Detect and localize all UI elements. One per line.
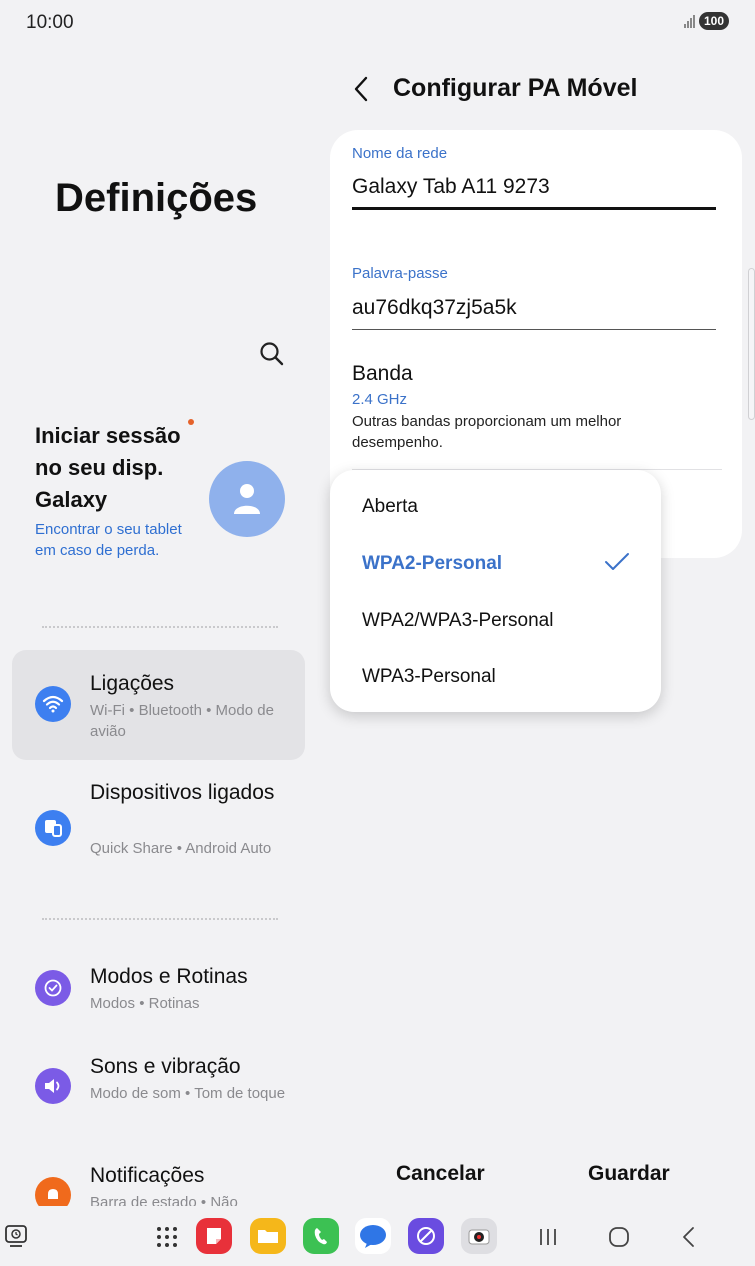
- notes-app-icon[interactable]: [196, 1218, 232, 1254]
- camera-app-icon[interactable]: [461, 1218, 497, 1254]
- volume-icon: [35, 1068, 71, 1104]
- modes-routines-icon: [35, 970, 71, 1006]
- battery-badge: 100: [698, 12, 729, 30]
- menu-item-title: Dispositivos ligados: [90, 781, 275, 804]
- files-app-icon[interactable]: [250, 1218, 286, 1254]
- browser-app-icon[interactable]: [408, 1218, 444, 1254]
- band-description: Outras bandas proporcionam um melhor des…: [352, 413, 622, 451]
- input-underline-active: [352, 207, 716, 210]
- home-button[interactable]: [607, 1225, 631, 1249]
- settings-title: Definições: [55, 176, 258, 220]
- panel-resize-handle[interactable]: [748, 268, 755, 420]
- band-value: 2.4 GHz: [352, 391, 408, 408]
- back-button[interactable]: [349, 74, 373, 104]
- security-dropdown: Aberta WPA2-Personal WPA2/WPA3-Personal …: [330, 470, 661, 712]
- phone-app-icon[interactable]: [303, 1218, 339, 1254]
- password-label: Palavra-passe: [352, 265, 448, 282]
- menu-item-title: Ligações: [90, 672, 175, 695]
- network-name-label: Nome da rede: [352, 145, 448, 162]
- signal-icon: [683, 14, 695, 28]
- menu-item-notificacoes[interactable]: Notificações Barra de estado • Não: [12, 1155, 305, 1206]
- person-icon: [234, 484, 260, 514]
- menu-item-ligacoes[interactable]: Ligações Wi-Fi • Bluetooth • Modo de avi…: [12, 650, 305, 760]
- network-name-input[interactable]: Galaxy Tab A11 9273: [352, 175, 550, 199]
- password-input[interactable]: au76dkq37zj5a5k: [352, 296, 517, 320]
- security-option-wpa2-personal[interactable]: WPA2-Personal: [362, 553, 502, 575]
- page-title: Configurar PA Móvel: [393, 74, 638, 102]
- menu-item-sons-vibracao[interactable]: Sons e vibração Modo de som • Tom de toq…: [12, 1045, 305, 1130]
- recents-button[interactable]: [538, 1226, 558, 1248]
- menu-item-title: Notificações: [90, 1164, 205, 1187]
- input-underline: [352, 329, 716, 330]
- menu-item-subtitle: Modo de som • Tom de toque: [90, 1085, 286, 1102]
- status-time: 10:00: [26, 12, 74, 33]
- save-button[interactable]: Guardar: [588, 1162, 670, 1186]
- menu-item-subtitle: Quick Share • Android Auto: [90, 840, 272, 857]
- search-icon[interactable]: [258, 340, 286, 368]
- band-title: Banda: [352, 362, 413, 385]
- back-nav-button[interactable]: [679, 1225, 699, 1249]
- menu-item-title: Sons e vibração: [90, 1055, 241, 1078]
- menu-item-title: Modos e Rotinas: [90, 965, 248, 988]
- messages-app-icon[interactable]: [355, 1218, 391, 1254]
- notification-dot: [188, 419, 194, 425]
- menu-item-dispositivos-ligados[interactable]: Dispositivos ligados Quick Share • Andro…: [12, 778, 305, 888]
- menu-item-subtitle: Wi-Fi • Bluetooth • Modo de avião: [90, 702, 274, 740]
- menu-item-subtitle: Barra de estado • Não: [90, 1194, 238, 1206]
- recent-screen-icon[interactable]: [4, 1224, 30, 1248]
- wifi-icon: [35, 686, 71, 722]
- security-option-wpa2-wpa3-personal[interactable]: WPA2/WPA3-Personal: [362, 610, 553, 632]
- check-icon: [605, 553, 629, 570]
- bell-icon: [35, 1177, 71, 1206]
- security-option-wpa3-personal[interactable]: WPA3-Personal: [362, 666, 496, 688]
- status-icons: 100: [683, 12, 729, 30]
- avatar[interactable]: [209, 461, 285, 537]
- app-drawer-icon[interactable]: [156, 1226, 178, 1248]
- signin-subtitle: Encontrar o seu tablet em caso de perda.: [35, 521, 182, 559]
- menu-item-modos-rotinas[interactable]: Modos e Rotinas Modos • Rotinas: [12, 955, 305, 1025]
- signin-title: Iniciar sessão no seu disp. Galaxy: [35, 423, 181, 512]
- security-option-aberta[interactable]: Aberta: [362, 496, 418, 518]
- cancel-button[interactable]: Cancelar: [396, 1162, 485, 1186]
- menu-item-subtitle: Modos • Rotinas: [90, 995, 200, 1012]
- divider: [42, 918, 278, 920]
- divider: [42, 626, 278, 628]
- connected-devices-icon: [35, 810, 71, 846]
